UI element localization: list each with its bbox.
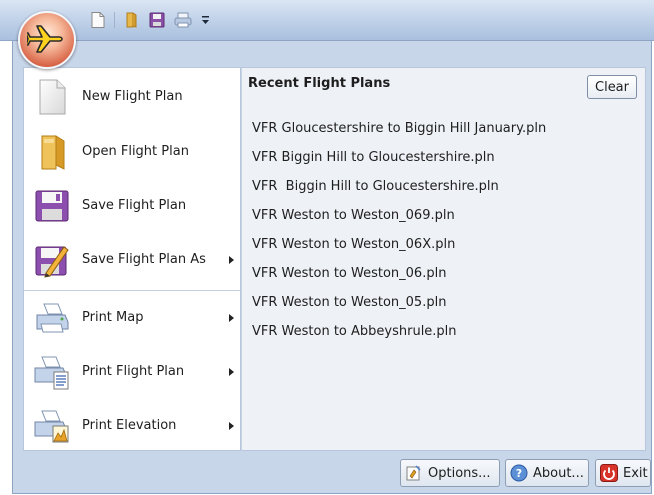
recent-files-title: Recent Flight Plans (248, 76, 391, 91)
menu-item-new-flight-plan[interactable]: New Flight Plan (24, 71, 240, 123)
menu-footer: Options... ? About... Exit (13, 453, 651, 493)
submenu-arrow-icon (229, 314, 234, 322)
recent-file-item[interactable]: VFR Gloucestershire to Biggin Hill Janua… (252, 114, 546, 143)
submenu-arrow-icon (229, 256, 234, 264)
help-icon: ? (510, 464, 528, 482)
open-folder-icon (41, 135, 65, 170)
print-icon (174, 12, 192, 28)
recent-file-item[interactable]: VFR Weston to Weston_05.pln (252, 288, 546, 317)
menu-item-label: Open Flight Plan (82, 144, 189, 159)
application-menu-button[interactable] (18, 11, 76, 69)
menu-item-label: Save Flight Plan As (82, 252, 206, 267)
clear-recent-button[interactable]: Clear (587, 75, 637, 99)
qat-save-button[interactable] (147, 10, 167, 30)
recent-file-item[interactable]: VFR Biggin Hill to Gloucestershire.pln (252, 172, 546, 201)
application-menu: New Flight Plan Open Flight Plan Save Fl… (12, 40, 652, 494)
airplane-icon (27, 25, 63, 53)
menu-item-print-elevation[interactable]: Print Elevation (24, 400, 240, 452)
menu-separator (24, 290, 240, 291)
menu-item-label: New Flight Plan (82, 89, 183, 104)
submenu-arrow-icon (229, 422, 234, 430)
exit-button[interactable]: Exit (595, 459, 651, 487)
menu-item-open-flight-plan[interactable]: Open Flight Plan (24, 126, 240, 178)
about-button[interactable]: ? About... (505, 459, 589, 487)
recent-file-item[interactable]: VFR Weston to Abbeyshrule.pln (252, 317, 546, 346)
menu-item-label: Save Flight Plan (82, 198, 187, 213)
power-icon (600, 464, 618, 482)
menu-item-label: Print Map (82, 310, 144, 325)
new-document-icon (91, 12, 105, 28)
recent-files-pane: Recent Flight Plans Clear VFR Gloucester… (241, 67, 646, 451)
options-icon (405, 464, 423, 482)
options-label: Options... (428, 465, 491, 481)
qat-customize-button[interactable] (199, 11, 211, 29)
qat-separator (114, 12, 115, 28)
exit-label: Exit (623, 465, 648, 481)
menu-commands-pane: New Flight Plan Open Flight Plan Save Fl… (23, 67, 241, 451)
quick-access-toolbar (88, 10, 211, 30)
menu-item-save-flight-plan-as[interactable]: Save Flight Plan As (24, 234, 240, 286)
recent-file-item[interactable]: VFR Weston to Weston_069.pln (252, 201, 546, 230)
save-as-icon (35, 246, 69, 278)
qat-open-button[interactable] (121, 10, 141, 30)
svg-text:?: ? (516, 467, 522, 480)
recent-file-item[interactable]: VFR Weston to Weston_06.pln (252, 259, 546, 288)
printer-plan-icon (34, 356, 69, 390)
open-folder-icon (126, 12, 137, 28)
printer-elevation-icon (34, 410, 69, 443)
menu-item-print-flight-plan[interactable]: Print Flight Plan (24, 346, 240, 398)
recent-file-item[interactable]: VFR Biggin Hill to Gloucestershire.pln (252, 143, 546, 172)
options-button[interactable]: Options... (400, 459, 500, 487)
qat-new-button[interactable] (88, 10, 108, 30)
save-disk-icon (149, 12, 165, 28)
recent-files-list: VFR Gloucestershire to Biggin Hill Janua… (252, 114, 546, 346)
recent-file-item[interactable]: VFR Weston to Weston_06X.pln (252, 230, 546, 259)
printer-icon (36, 303, 69, 333)
menu-item-save-flight-plan[interactable]: Save Flight Plan (24, 180, 240, 232)
qat-print-button[interactable] (173, 10, 193, 30)
menu-item-label: Print Elevation (82, 418, 177, 433)
submenu-arrow-icon (229, 368, 234, 376)
menu-item-label: Print Flight Plan (82, 364, 185, 379)
chevron-down-icon (201, 16, 209, 24)
menu-item-print-map[interactable]: Print Map (24, 292, 240, 344)
title-bar (0, 0, 654, 41)
new-document-icon (39, 79, 66, 115)
about-label: About... (533, 465, 584, 481)
save-disk-icon (35, 190, 69, 222)
